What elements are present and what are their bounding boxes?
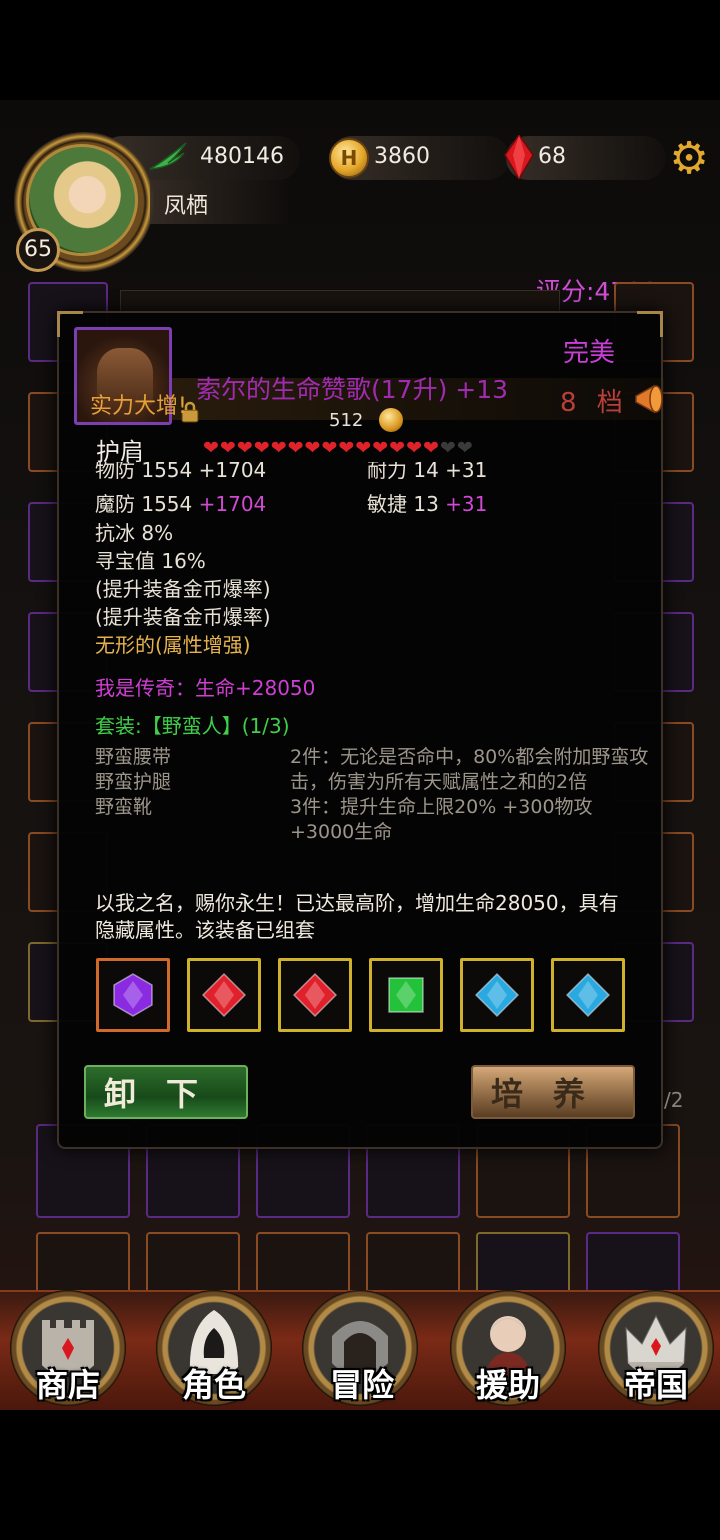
item-lore: 以我之名，赐你永生！已达最高阶，增加生命28050，具有隐藏属性。该装备已组套	[95, 891, 619, 942]
nav-label-assist: 援助	[475, 1366, 540, 1404]
attribute-line: (提升装备金币爆率)	[95, 577, 271, 601]
set-item: 野蛮靴	[95, 796, 153, 818]
heart-filled-icon: ❤	[253, 437, 270, 459]
unequip-button[interactable]: 卸下	[84, 1065, 248, 1119]
set-item: 野蛮腰带	[95, 746, 172, 768]
red-gem-icon	[201, 972, 247, 1018]
set-bonus: 3件：提升生命上限20% +300物攻 +3000生命	[290, 796, 593, 843]
heart-filled-icon: ❤	[355, 437, 372, 459]
heart-empty-icon: ❤	[456, 437, 473, 459]
game-screen: 480146 3860 H 68 ⚙ 凤栖 65 评分:4799 索尔的生命赞歌…	[0, 0, 720, 1540]
boost-label: 实力大增!	[90, 394, 187, 419]
item-tier: 8 档	[560, 388, 629, 418]
exp-value: 480146	[200, 144, 284, 169]
set-bonus: 2件：无论是否命中，80%都会附加野蛮攻击，伤害为所有天赋属性之和的2倍	[290, 746, 649, 793]
train-button[interactable]: 培养	[471, 1065, 635, 1119]
price-coin-icon	[379, 408, 403, 432]
stat-magic-defense: 魔防 1554 +1704	[95, 492, 267, 516]
player-name: 凤栖	[164, 194, 209, 219]
popup-corner	[637, 311, 663, 337]
heart-filled-icon: ❤	[422, 437, 439, 459]
gem-socket[interactable]	[96, 958, 170, 1032]
blue-gem-icon	[474, 972, 520, 1018]
green-gem-icon	[388, 977, 424, 1013]
gold-coin-icon: H	[329, 138, 369, 178]
nav-label-empire: 帝国	[623, 1366, 688, 1404]
item-name: 索尔的生命赞歌(17升) +13	[196, 375, 509, 404]
special-attribute: 无形的(属性增强)	[95, 633, 251, 657]
blue-gem-icon	[565, 972, 611, 1018]
heart-filled-icon: ❤	[304, 437, 321, 459]
nav-label-adventure: 冒险	[329, 1366, 394, 1404]
heart-filled-icon: ❤	[406, 437, 422, 459]
page-indicator: /2	[664, 1088, 684, 1112]
nav-label-character: 角色	[181, 1366, 246, 1404]
set-item: 野蛮护腿	[95, 771, 172, 793]
item-price: 512	[329, 410, 364, 431]
star-rating: ❤ ❤ ❤ ❤ ❤ ❤ ❤ ❤ ❤ ❤ ❤ ❤ ❤ ❤ ❤ ❤	[203, 437, 473, 459]
heart-filled-icon: ❤	[203, 437, 219, 459]
red-gem-icon	[292, 972, 338, 1018]
attribute-line: 抗冰 8%	[95, 521, 174, 545]
gem-socket[interactable]	[278, 958, 352, 1032]
set-bonus-list: 2件：无论是否命中，80%都会附加野蛮攻击，伤害为所有天赋属性之和的2倍 3件：…	[290, 745, 650, 845]
exp-wing-icon	[149, 142, 187, 170]
heart-filled-icon: ❤	[372, 437, 389, 459]
item-grade: 完美	[563, 338, 616, 368]
heart-filled-icon: ❤	[389, 437, 406, 459]
gold-value: 3860	[374, 144, 430, 169]
attribute-line: (提升装备金币爆率)	[95, 605, 271, 629]
horn-icon[interactable]	[632, 382, 672, 416]
heart-empty-icon: ❤	[439, 437, 456, 459]
nav-label-shop: 商店	[35, 1366, 100, 1404]
set-item-list: 野蛮腰带 野蛮护腿 野蛮靴	[95, 745, 171, 820]
set-title: 套装:【野蛮人】(1/3)	[95, 714, 290, 738]
gem-socket[interactable]	[460, 958, 534, 1032]
heart-filled-icon: ❤	[321, 437, 338, 459]
stat-partial-left: 物防 1554 +1704	[95, 462, 267, 482]
gem-socket[interactable]	[187, 958, 261, 1032]
heart-filled-icon: ❤	[287, 437, 304, 459]
purple-gem-icon	[113, 973, 153, 1017]
gem-socket[interactable]	[551, 958, 625, 1032]
stat-agility: 敏捷 13 +31	[367, 492, 488, 516]
gem-value: 68	[538, 144, 566, 169]
stat-partial-right: 耐力 14 +31	[367, 462, 488, 482]
heart-filled-icon: ❤	[270, 437, 287, 459]
heart-filled-icon: ❤	[236, 437, 253, 459]
heart-filled-icon: ❤	[219, 437, 236, 459]
level-badge: 65	[16, 228, 60, 272]
attribute-line: 寻宝值 16%	[95, 549, 206, 573]
red-crystal-icon	[504, 135, 534, 179]
gem-socket[interactable]	[369, 958, 443, 1032]
heart-filled-icon: ❤	[338, 437, 355, 459]
settings-gear-icon[interactable]: ⚙	[664, 134, 714, 184]
legend-bonus: 我是传奇：生命+28050	[95, 676, 316, 700]
player-name-plate: 凤栖	[150, 180, 290, 224]
